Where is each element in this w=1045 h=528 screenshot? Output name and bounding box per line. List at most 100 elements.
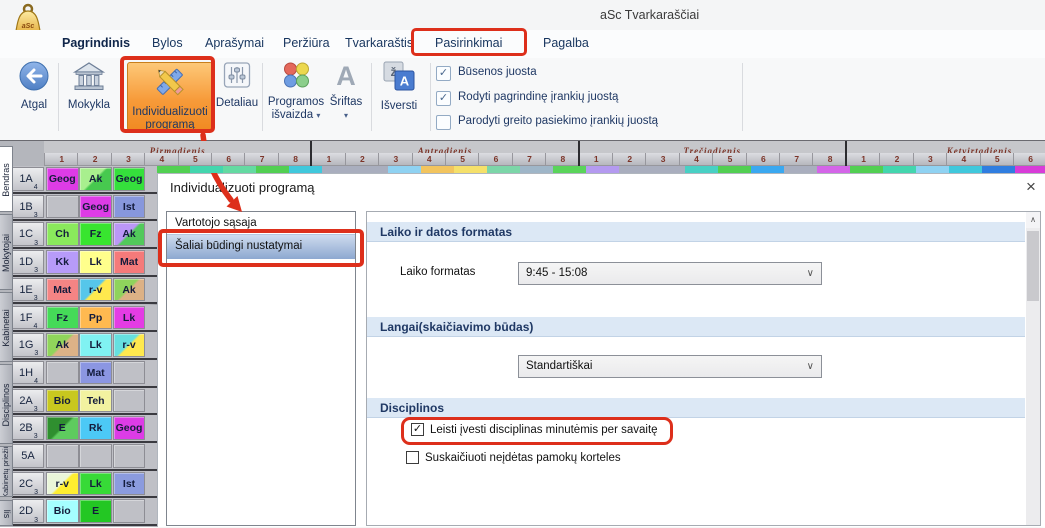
period-header-cell: 1 (44, 153, 79, 166)
timetable-row-2A: 2A3BioTeh (12, 388, 157, 416)
checkbox-checked-icon[interactable]: ✓ (436, 66, 451, 81)
period-header-cell: 6 (1013, 153, 1045, 166)
lesson-card-geog[interactable]: Geog (113, 167, 146, 191)
class-label-1D[interactable]: 1D3 (12, 250, 44, 274)
lesson-card-bio[interactable]: Bio (46, 389, 79, 413)
dialog-category-list: Vartotojo sąsajaŠaliai būdingi nustatyma… (166, 211, 356, 526)
font-button[interactable]: A Šriftas ▾ (323, 60, 369, 122)
lesson-card-e[interactable]: E (46, 416, 79, 440)
ribbon-separator (430, 63, 431, 131)
lesson-card-mat[interactable]: Mat (113, 250, 146, 274)
period-header-cell: 2 (77, 153, 112, 166)
lesson-card-fz[interactable]: Fz (79, 222, 112, 246)
checkbox-checked-icon[interactable]: ✓ (436, 91, 451, 106)
windows-mode-dropdown[interactable]: Standartiškai ∨ (518, 355, 822, 378)
dropdown-arrow-icon: ▾ (316, 111, 320, 120)
class-sub-count: 3 (34, 489, 38, 496)
lesson-card-geog[interactable]: Geog (79, 195, 112, 219)
dialog-title: Individualizuoti programą (170, 180, 315, 195)
translate-button[interactable]: ž A Išversti (376, 60, 422, 113)
lesson-card-lk[interactable]: Lk (79, 250, 112, 274)
empty-slot (46, 361, 79, 385)
menu-tab-tvarkaraštis[interactable]: Tvarkaraštis (345, 36, 413, 50)
class-label-2A[interactable]: 2A3 (12, 389, 44, 413)
dialog-list-item-selected[interactable]: Šaliai būdingi nustatymai (167, 234, 355, 259)
ribbon-separator (742, 63, 743, 131)
lesson-card-r-v[interactable]: r-v (79, 278, 112, 302)
class-label-1C[interactable]: 1C3 (12, 222, 44, 246)
period-header-cell: 2 (612, 153, 647, 166)
lesson-card-pp[interactable]: Pp (79, 306, 112, 330)
class-label-1E[interactable]: 1E3 (12, 278, 44, 302)
lesson-strip-segment (685, 166, 718, 173)
checkbox-unchecked-icon[interactable] (436, 115, 451, 130)
lesson-strip-segment (1015, 166, 1045, 173)
lesson-card-kk[interactable]: Kk (46, 250, 79, 274)
details-button[interactable]: Detaliau (214, 60, 260, 110)
lesson-card-mat[interactable]: Mat (79, 361, 112, 385)
lesson-card-lk[interactable]: Lk (79, 333, 112, 357)
sidetab-bendras[interactable]: Bendras (0, 146, 13, 212)
class-sub-count: 3 (34, 517, 38, 524)
class-label-5A[interactable]: 5A (12, 444, 44, 468)
lesson-card-r-v[interactable]: r-v (113, 333, 146, 357)
lesson-card-ch[interactable]: Ch (46, 222, 79, 246)
lesson-strip-segment (817, 166, 850, 173)
class-label-2B[interactable]: 2B3 (12, 416, 44, 440)
lesson-card-rk[interactable]: Rk (79, 416, 112, 440)
scrollbar-thumb[interactable] (1027, 231, 1039, 301)
lesson-card-ak[interactable]: Ak (113, 222, 146, 246)
menu-tab-pagalba[interactable]: Pagalba (543, 36, 589, 50)
class-label-1A[interactable]: 1A4 (12, 167, 44, 191)
menu-tab-aprašymai[interactable]: Aprašymai (205, 36, 264, 50)
timetable-row-1D: 1D3KkLkMat (12, 249, 157, 277)
lesson-card-ak[interactable]: Ak (79, 167, 112, 191)
class-label-1F[interactable]: 1F4 (12, 306, 44, 330)
chevron-down-icon: ∨ (807, 263, 814, 284)
class-label-1B[interactable]: 1B3 (12, 195, 44, 219)
lesson-card-bio[interactable]: Bio (46, 499, 79, 523)
dialog-checkbox-label[interactable]: Suskaičiuoti neįdėtas pamokų korteles (425, 452, 621, 464)
lesson-card-ak[interactable]: Ak (113, 278, 146, 302)
back-button[interactable]: Atgal (12, 60, 56, 112)
dialog-checkbox-checked-icon[interactable]: ✓ (411, 423, 424, 436)
time-format-label: Laiko formatas (400, 266, 475, 278)
lesson-card-r-v[interactable]: r-v (46, 472, 79, 496)
time-format-dropdown[interactable]: 9:45 - 15:08 ∨ (518, 262, 822, 285)
sidetab-lis[interactable]: lis (0, 500, 13, 526)
close-icon[interactable]: × (1020, 177, 1042, 197)
customize-program-button[interactable]: Individualizuoti programą (127, 62, 213, 131)
lesson-card-ak[interactable]: Ak (46, 333, 79, 357)
sidetab-kabinetų-priežiūra[interactable]: Kabinetų priežiūra (0, 446, 13, 497)
scroll-up-icon[interactable]: ∧ (1026, 212, 1040, 228)
lesson-card-geog[interactable]: Geog (113, 416, 146, 440)
lesson-card-e[interactable]: E (79, 499, 112, 523)
dialog-list-item-item[interactable]: Vartotojo sąsaja (167, 212, 355, 234)
lesson-card-geog[interactable]: Geog (46, 167, 79, 191)
appearance-button[interactable]: Programos išvaizda ▾ (264, 60, 328, 122)
lesson-card-lk[interactable]: Lk (79, 472, 112, 496)
menu-tab-pasirinkimai[interactable]: Pasirinkimai (435, 36, 502, 50)
school-button[interactable]: Mokykla (61, 60, 117, 112)
lesson-card-fz[interactable]: Fz (46, 306, 79, 330)
menu-tab-peržiūra[interactable]: Peržiūra (283, 36, 330, 50)
class-label-2C[interactable]: 2C3 (12, 472, 44, 496)
dialog-checkbox-unchecked-icon[interactable] (406, 451, 419, 464)
dialog-checkbox-label[interactable]: Leisti įvesti disciplinas minutėmis per … (430, 424, 658, 436)
class-label-1H[interactable]: 1H4 (12, 361, 44, 385)
lesson-card-mat[interactable]: Mat (46, 278, 79, 302)
sidetab-kabinetai[interactable]: Kabinetai (0, 292, 13, 362)
menu-tab-bylos[interactable]: Bylos (152, 36, 183, 50)
class-label-1G[interactable]: 1G3 (12, 333, 44, 357)
lesson-card-ist[interactable]: Ist (113, 195, 146, 219)
lesson-card-lk[interactable]: Lk (113, 306, 146, 330)
sidetab-disciplinos[interactable]: Disciplinos (0, 364, 13, 444)
class-label-2D[interactable]: 2D3 (12, 499, 44, 523)
lesson-strip-segment (322, 166, 355, 173)
sidetab-label: Bendras (0, 147, 12, 212)
menu-tab-pagrindinis[interactable]: Pagrindinis (62, 36, 130, 50)
lesson-strip-segment (256, 166, 289, 173)
sidetab-mokytojai[interactable]: Mokytojai (0, 214, 13, 290)
lesson-card-teh[interactable]: Teh (79, 389, 112, 413)
lesson-card-ist[interactable]: Ist (113, 472, 146, 496)
